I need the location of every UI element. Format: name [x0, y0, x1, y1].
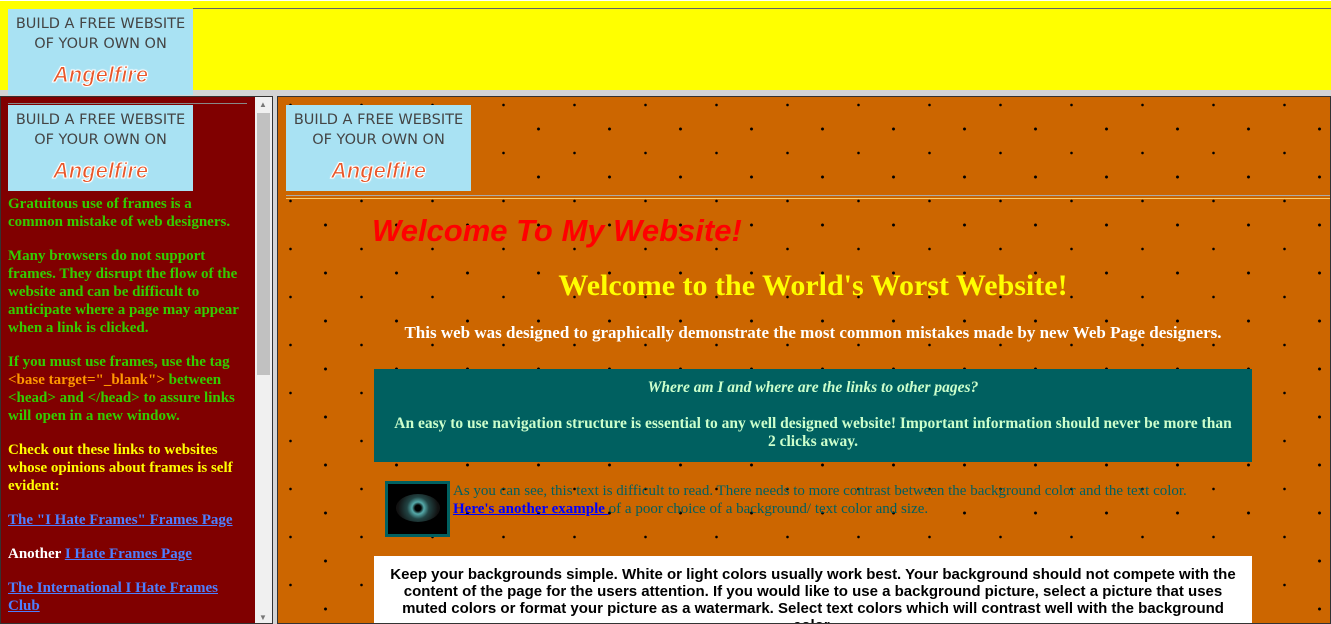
- frames-tip: If you must use frames, use the tag <bas…: [8, 354, 235, 424]
- divider: [8, 103, 247, 104]
- frames-problems: Many browsers do not support frames. The…: [8, 248, 239, 336]
- contrast-example: As you can see, this text is difficult t…: [453, 483, 1187, 517]
- scroll-up-icon[interactable]: ▲: [259, 100, 267, 109]
- nav-question: Where am I and where are the links to ot…: [647, 379, 979, 396]
- link-i-hate-frames-frames-page[interactable]: The "I Hate Frames" Frames Page: [8, 512, 233, 528]
- angelfire-banner[interactable]: BUILD A FREE WEBSITE OF YOUR OWN ON Ange…: [8, 9, 193, 95]
- banner-line2: OF YOUR OWN ON: [312, 132, 445, 148]
- banner-line1: BUILD A FREE WEBSITE: [293, 112, 464, 128]
- banner-line2: OF YOUR OWN ON: [34, 36, 167, 52]
- angelfire-banner[interactable]: BUILD A FREE WEBSITE OF YOUR OWN ON Ange…: [286, 105, 471, 191]
- scroll-down-icon[interactable]: ▼: [259, 613, 267, 622]
- nav-text: An easy to use navigation structure is e…: [394, 415, 1232, 450]
- banner-line1: BUILD A FREE WEBSITE: [15, 112, 186, 128]
- frames-intro: Gratuitous use of frames is a common mis…: [8, 196, 231, 230]
- link-i-hate-frames-page[interactable]: I Hate Frames Page: [65, 546, 192, 562]
- banner-line2: OF YOUR OWN ON: [34, 132, 167, 148]
- angelfire-logo: Angelfire: [52, 158, 149, 184]
- another-label: Another: [8, 546, 62, 562]
- links-intro: Check out these links to websites whose …: [8, 442, 233, 494]
- welcome-heading-red: Welcome To My Website!: [372, 213, 742, 248]
- link-international-club[interactable]: The International I Hate Frames Club: [8, 580, 218, 614]
- eye-image: [385, 481, 450, 537]
- scroll-thumb[interactable]: [257, 113, 270, 375]
- divider: [286, 198, 1330, 199]
- angelfire-logo: Angelfire: [52, 62, 149, 88]
- page-title: Welcome to the World's Worst Website!: [558, 269, 1068, 302]
- angelfire-logo: Angelfire: [330, 158, 427, 184]
- base-tag-code: <base target="_blank">: [8, 372, 165, 388]
- another-example-link[interactable]: Here's another example: [453, 501, 609, 517]
- divider: [286, 195, 1330, 196]
- backgrounds-tip: Keep your backgrounds simple. White or l…: [374, 556, 1252, 623]
- angelfire-banner[interactable]: BUILD A FREE WEBSITE OF YOUR OWN ON Ange…: [8, 105, 193, 191]
- page-subtitle: This web was designed to graphically dem…: [404, 323, 1222, 342]
- navigation-box: Where am I and where are the links to ot…: [374, 369, 1252, 462]
- divider: [193, 8, 1331, 9]
- left-frame-scrollbar[interactable]: ▲ ▼: [255, 97, 272, 623]
- banner-line1: BUILD A FREE WEBSITE: [15, 16, 186, 32]
- left-frame: BUILD A FREE WEBSITE OF YOUR OWN ON Ange…: [0, 96, 273, 624]
- top-frame: BUILD A FREE WEBSITE OF YOUR OWN ON Ange…: [0, 0, 1331, 95]
- main-frame: BUILD A FREE WEBSITE OF YOUR OWN ON Ange…: [277, 96, 1331, 624]
